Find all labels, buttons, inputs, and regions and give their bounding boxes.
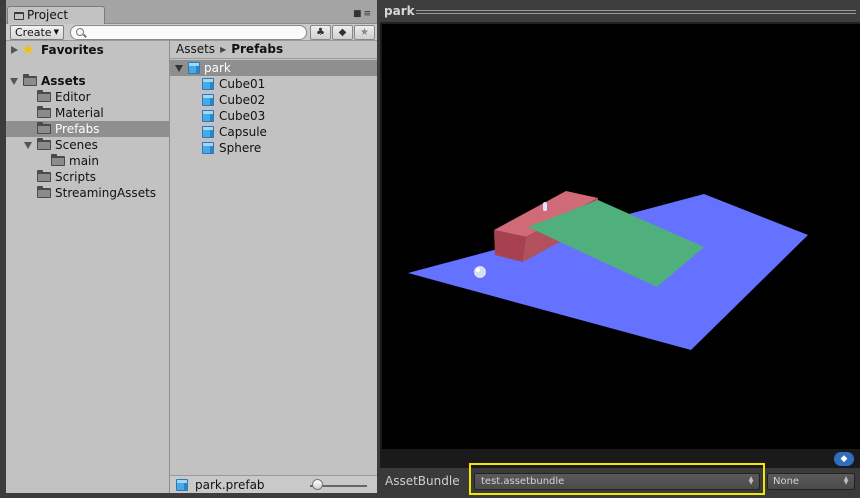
- lock-icon[interactable]: ■: [353, 9, 364, 19]
- list-item-label: Cube01: [219, 77, 266, 91]
- search-icon: [76, 28, 84, 36]
- menu-icon[interactable]: ≡: [363, 9, 373, 19]
- folder-icon: [14, 12, 24, 20]
- tab-project[interactable]: Project: [7, 6, 105, 24]
- sphere-mesh: [474, 266, 486, 278]
- assetbundle-variant-dropdown[interactable]: None ▲ ▼: [767, 473, 855, 490]
- create-button-label: Create: [15, 26, 52, 39]
- tab-project-label: Project: [27, 8, 69, 22]
- selected-asset-path: park.prefab: [195, 478, 265, 492]
- project-window: Project ■≡ Create ▼ ♣ ◆ ★ ★ Favorites As…: [6, 0, 377, 493]
- list-item[interactable]: Cube02: [170, 92, 377, 108]
- tree-favorites-label: Favorites: [41, 43, 104, 57]
- list-item-label: Cube03: [219, 109, 266, 123]
- preview-viewport[interactable]: [382, 24, 860, 449]
- breadcrumb-separator-icon: ▶: [220, 45, 227, 54]
- folder-icon: [51, 154, 65, 166]
- prefab-cube-icon: [202, 126, 214, 138]
- tree-item-material[interactable]: Material: [6, 105, 169, 121]
- assetbundle-variant-value: None: [773, 476, 800, 487]
- prefab-cube-icon: [202, 110, 214, 122]
- tree-item-scripts[interactable]: Scripts: [6, 169, 169, 185]
- assetbundle-name-dropdown[interactable]: test.assetbundle ▲ ▼: [474, 473, 760, 490]
- search-input[interactable]: [89, 26, 299, 39]
- tree-item-streamingassets[interactable]: StreamingAssets: [6, 185, 169, 201]
- chevron-down-icon: ▼: [53, 28, 59, 36]
- prefab-cube-icon: [188, 62, 200, 74]
- list-item[interactable]: Cube01: [170, 76, 377, 92]
- assetbundle-bar: AssetBundle test.assetbundle ▲ ▼ None ▲ ▼: [380, 463, 860, 498]
- prefab-cube-icon: [176, 479, 188, 491]
- breadcrumb-assets[interactable]: Assets: [176, 42, 215, 56]
- type-filter-icon: ♣: [316, 27, 325, 38]
- label-filter-icon: ◆: [338, 27, 347, 38]
- drag-handle[interactable]: [416, 10, 856, 14]
- tree-item-label: Material: [55, 106, 104, 120]
- tag-icon[interactable]: ◆: [834, 452, 854, 466]
- tree-item-main[interactable]: main: [6, 153, 169, 169]
- folder-icon: [37, 186, 51, 198]
- tree-item-label: StreamingAssets: [55, 186, 157, 200]
- folder-icon: [37, 170, 51, 182]
- tree-item-editor[interactable]: Editor: [6, 89, 169, 105]
- list-item-label: Sphere: [219, 141, 262, 155]
- asset-list: Assets ▶ Prefabs park Cube01 Cube02 Cube03: [170, 41, 377, 475]
- label-filter-button[interactable]: ◆: [332, 25, 353, 40]
- preview-window: park ◆ AssetBundle test.assetbundle ▲▼: [380, 0, 860, 498]
- prefab-cube-icon: [202, 94, 214, 106]
- breadcrumb: Assets ▶ Prefabs: [170, 41, 377, 59]
- collapse-arrow-icon[interactable]: [24, 142, 32, 149]
- folder-icon: [37, 90, 51, 102]
- folder-icon: [37, 122, 51, 134]
- star-icon: ★: [360, 27, 369, 38]
- assetbundle-name-value: test.assetbundle: [481, 476, 565, 487]
- capsule-mesh: [543, 202, 547, 211]
- list-item-label: Cube02: [219, 93, 266, 107]
- prefab-cube-icon: [202, 78, 214, 90]
- list-item[interactable]: Cube03: [170, 108, 377, 124]
- list-item-label: park: [204, 61, 231, 75]
- project-tabbar: Project ■≡: [6, 0, 377, 24]
- breadcrumb-prefabs[interactable]: Prefabs: [231, 42, 283, 56]
- star-icon: ★: [22, 42, 35, 58]
- prefab-cube-icon: [202, 142, 214, 154]
- preview-titlebar[interactable]: park: [380, 0, 860, 24]
- tree-item-prefabs[interactable]: Prefabs: [6, 121, 169, 137]
- assetbundle-label: AssetBundle: [385, 474, 460, 488]
- type-filter-button[interactable]: ♣: [310, 25, 331, 40]
- folder-icon: [23, 74, 37, 86]
- list-item[interactable]: Sphere: [170, 140, 377, 156]
- folder-icon: [37, 106, 51, 118]
- list-item-park[interactable]: park: [170, 60, 377, 76]
- window-controls: ■≡: [353, 9, 373, 19]
- tree-assets-label: Assets: [41, 74, 86, 88]
- tree-favorites[interactable]: ★ Favorites: [6, 42, 169, 58]
- tree-item-label: Scenes: [55, 138, 98, 152]
- collapse-arrow-icon[interactable]: [10, 78, 18, 85]
- tree-item-scenes[interactable]: Scenes: [6, 137, 169, 153]
- preview-scene: [408, 191, 808, 350]
- tree-item-label: Editor: [55, 90, 91, 104]
- chevron-updown-icon: ▲ ▼: [843, 475, 849, 486]
- folder-tree: ★ Favorites Assets Editor Material Prefa…: [6, 41, 170, 493]
- preview-title: park: [384, 4, 415, 18]
- favorite-toggle-button[interactable]: ★: [354, 25, 375, 40]
- project-toolbar: Create ▼ ♣ ◆ ★: [6, 24, 377, 41]
- list-item[interactable]: Capsule: [170, 124, 377, 140]
- collapse-arrow-icon[interactable]: [175, 65, 183, 72]
- expand-arrow-icon[interactable]: [11, 46, 18, 54]
- unity-editor: Project ■≡ Create ▼ ♣ ◆ ★ ★ Favorites As…: [0, 0, 860, 498]
- tree-item-label: main: [69, 154, 99, 168]
- sphere-highlight: [476, 268, 480, 272]
- tree-assets[interactable]: Assets: [6, 73, 169, 89]
- create-button[interactable]: Create ▼: [10, 25, 64, 40]
- zoom-slider-handle[interactable]: [312, 479, 324, 490]
- folder-icon: [37, 138, 51, 150]
- tree-item-label: Scripts: [55, 170, 97, 184]
- search-field[interactable]: [70, 25, 307, 40]
- project-statusbar: park.prefab: [170, 475, 377, 493]
- tree-item-label: Prefabs: [55, 122, 100, 136]
- chevron-updown-icon: ▲ ▼: [748, 475, 754, 486]
- list-item-label: Capsule: [219, 125, 267, 139]
